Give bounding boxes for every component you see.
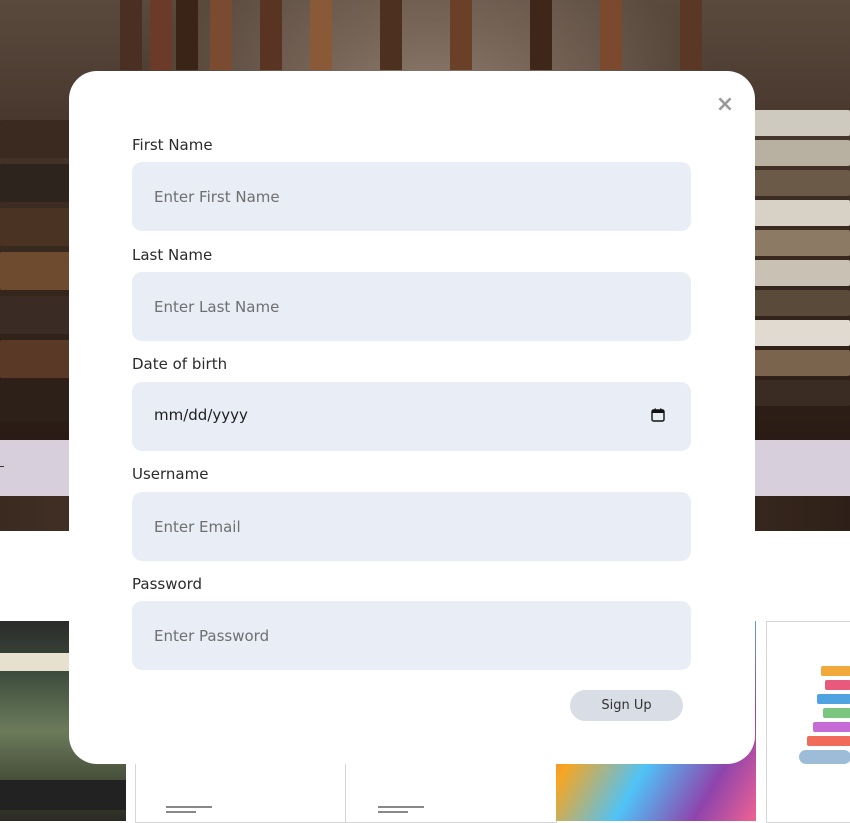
- last-name-label: Last Name: [132, 246, 213, 264]
- calendar-icon[interactable]: [651, 408, 665, 422]
- stacked-book: [825, 680, 850, 690]
- band-divider: [0, 466, 4, 467]
- date-of-birth-value: mm/dd/yyyy: [154, 406, 248, 424]
- book-shadow: [799, 750, 850, 764]
- close-icon[interactable]: ×: [712, 92, 738, 118]
- password-input[interactable]: [132, 601, 691, 670]
- date-of-birth-label: Date of birth: [132, 355, 228, 373]
- username-label: Username: [132, 465, 209, 483]
- stacked-book: [813, 722, 850, 732]
- password-label: Password: [132, 575, 203, 593]
- book-card-illustration[interactable]: [766, 621, 850, 823]
- stacked-book: [807, 736, 850, 746]
- stacked-book: [817, 694, 850, 704]
- username-input[interactable]: [132, 492, 691, 561]
- book-cover-footer-band: [0, 780, 126, 810]
- first-name-label: First Name: [132, 136, 213, 154]
- sign-up-button[interactable]: Sign Up: [570, 690, 683, 721]
- card-text-line: [166, 806, 212, 808]
- card-text-line: [378, 806, 424, 808]
- hero-bookshelf-top: [120, 0, 740, 70]
- stacked-book: [823, 708, 850, 718]
- stacked-book: [821, 666, 850, 676]
- card-text-line: [166, 811, 196, 813]
- first-name-input[interactable]: [132, 162, 691, 231]
- last-name-input[interactable]: [132, 272, 691, 341]
- card-text-line: [378, 811, 408, 813]
